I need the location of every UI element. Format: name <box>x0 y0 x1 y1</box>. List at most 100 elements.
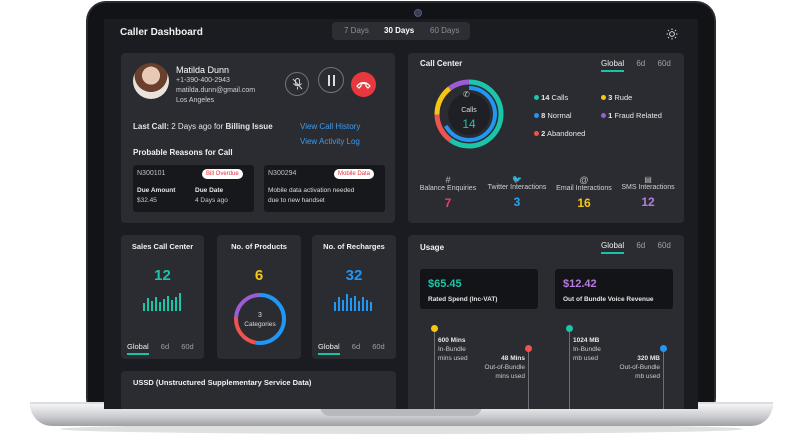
donut-value: 14 <box>462 117 476 131</box>
legend-label: Normal <box>547 111 572 120</box>
hang-up-icon <box>356 81 371 89</box>
channel-label: Email Interactions <box>556 185 612 192</box>
channel-label: SMS Interactions <box>621 184 675 191</box>
channel-label: Twitter Interactions <box>487 184 547 191</box>
caller-location: Los Angeles <box>176 97 215 104</box>
out-of-bundle-tile: $12.42 Out of Bundle Voice Revenue <box>555 269 673 309</box>
view-activity-log-link[interactable]: View Activity Log <box>300 137 360 146</box>
last-call-line: Last Call: 2 Days ago for Billing Issue <box>133 122 273 131</box>
products-value: 6 <box>254 267 264 284</box>
tab-6d[interactable]: 6d <box>161 342 169 351</box>
tab-60d[interactable]: 60d <box>372 342 385 351</box>
sales-value: 12 <box>154 267 171 284</box>
channel-value: 16 <box>577 196 591 210</box>
tab-30-days[interactable]: 30 Days <box>384 26 414 35</box>
call-center-card: Call Center Global 6d 60d ✆ Calls 14 14 … <box>408 53 684 223</box>
mb-out-label2: mb used <box>635 373 660 380</box>
twitter-icon: 🐦 <box>512 175 522 184</box>
tab-6d[interactable]: 6d <box>636 241 645 250</box>
tab-6d[interactable]: 6d <box>352 342 360 351</box>
sparkline-bar <box>342 300 344 311</box>
mb-in-label1: In-Bundle <box>573 346 601 353</box>
sparkline-bar <box>338 297 340 311</box>
sparkline-bar <box>159 302 161 311</box>
avatar <box>133 63 169 99</box>
range-segmented-control: 7 Days 30 Days 60 Days <box>332 22 470 40</box>
phone-icon: ✆ <box>463 90 470 99</box>
tab-60d[interactable]: 60d <box>181 342 194 351</box>
legend-abandoned: 2 Abandoned <box>534 129 585 138</box>
usage-title: Usage <box>420 243 445 252</box>
camera-icon <box>414 9 422 17</box>
mins-in-label2: mins used <box>438 355 468 362</box>
mins-in-marker <box>431 325 438 332</box>
caller-card: Matilda Dunn +1-390-400-2943 matilda.dun… <box>121 53 395 223</box>
recharges-card: No. of Recharges 32 Global 6d 60d <box>312 235 396 359</box>
legend-dot <box>534 113 539 118</box>
caller-phone: +1-390-400-2943 <box>176 77 230 84</box>
channel-balance-enquiries[interactable]: # Balance Enquiries 7 <box>414 175 482 210</box>
sparkline-bar <box>358 301 360 311</box>
mb-out-marker <box>660 345 667 352</box>
reason-tag-badge: Bill Overdue <box>202 169 243 179</box>
reason-card-mobile-data[interactable]: N300294 Mobile Data Mobile data activati… <box>264 165 385 212</box>
legend-fraud: 1 Fraud Related <box>601 111 662 120</box>
mins-out-marker <box>525 345 532 352</box>
mb-in-marker <box>566 325 573 332</box>
view-call-history-link[interactable]: View Call History <box>300 122 360 131</box>
brightness-icon[interactable] <box>666 27 678 40</box>
sparkline-bar <box>366 300 368 311</box>
channel-email[interactable]: @ Email Interactions 16 <box>550 175 618 210</box>
legend-label: Calls <box>551 93 569 102</box>
sparkline-bar <box>151 301 153 311</box>
call-center-title: Call Center <box>420 59 463 68</box>
tab-60d[interactable]: 60d <box>658 241 671 250</box>
last-call-label: Last Call: <box>133 122 170 131</box>
mins-in-label1: In-Bundle <box>438 346 466 353</box>
at-icon: @ <box>579 175 589 185</box>
mic-off-icon <box>292 78 303 90</box>
channel-twitter[interactable]: 🐦 Twitter Interactions 3 <box>480 175 554 209</box>
tab-global[interactable]: Global <box>601 241 625 254</box>
legend-count: 8 <box>541 111 546 120</box>
sparkline-bar <box>163 299 165 311</box>
channel-sms[interactable]: ▤ SMS Interactions 12 <box>614 175 682 209</box>
due-date-value: 4 Days ago <box>195 197 228 204</box>
tab-7-days[interactable]: 7 Days <box>344 26 369 35</box>
tab-global[interactable]: Global <box>127 342 149 355</box>
calls-donut-chart <box>434 79 504 149</box>
legend-rude: 3 Rude <box>601 93 632 102</box>
out-of-bundle-label: Out of Bundle Voice Revenue <box>563 296 654 303</box>
end-call-button[interactable] <box>351 72 376 97</box>
last-call-reason: Billing Issue <box>225 122 273 131</box>
hash-icon: # <box>445 175 451 185</box>
channel-value: 7 <box>444 196 452 210</box>
mute-button[interactable] <box>285 72 309 96</box>
sparkline-bar <box>155 297 157 311</box>
tab-6d[interactable]: 6d <box>636 59 645 68</box>
sales-title: Sales Call Center <box>131 242 194 251</box>
mb-in-label2: mb used <box>573 355 598 362</box>
products-title: No. of Products <box>231 242 287 251</box>
sparkline-bar <box>362 297 364 311</box>
legend-count: 3 <box>608 93 613 102</box>
tab-60d[interactable]: 60d <box>658 59 671 68</box>
legend-dot <box>534 95 539 100</box>
mins-in-value: 600 Mins <box>438 337 466 344</box>
sparkline-bar <box>143 303 145 311</box>
mb-in-line <box>569 328 570 409</box>
mins-in-line <box>434 328 435 409</box>
reason-card-bill[interactable]: N300101 Bill Overdue Due Amount $32.45 D… <box>133 165 254 212</box>
sales-call-center-card: Sales Call Center 12 Global 6d 60d <box>121 235 204 359</box>
recharges-bar-sparkline <box>334 293 374 311</box>
reasons-title: Probable Reasons for Call <box>133 148 233 157</box>
tab-60-days[interactable]: 60 Days <box>430 26 459 35</box>
tab-global[interactable]: Global <box>318 342 340 355</box>
ussd-card: USSD (Unstructured Supplementary Service… <box>121 371 396 409</box>
legend-dot <box>534 131 539 136</box>
mb-out-line <box>663 347 664 409</box>
channel-label: Balance Enquiries <box>419 185 477 192</box>
tab-global[interactable]: Global <box>601 59 625 72</box>
pause-icon <box>328 75 335 86</box>
pause-button[interactable] <box>318 67 344 93</box>
